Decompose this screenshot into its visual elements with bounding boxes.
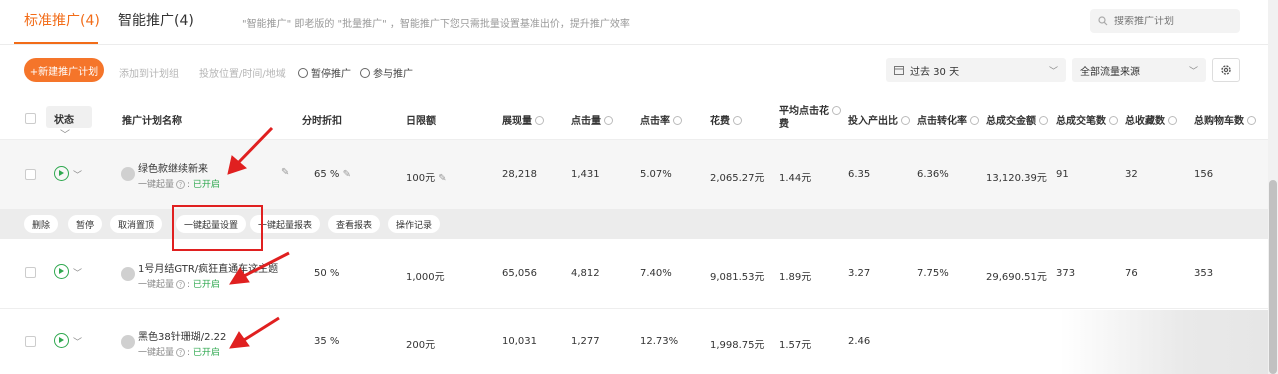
annotation-arrow-2 [229,251,290,285]
annotation-arrow-3 [229,316,280,349]
scrollbar-thumb[interactable] [1269,180,1277,374]
annotation-arrows [227,126,290,349]
annotation-arrow-1 [227,126,274,175]
